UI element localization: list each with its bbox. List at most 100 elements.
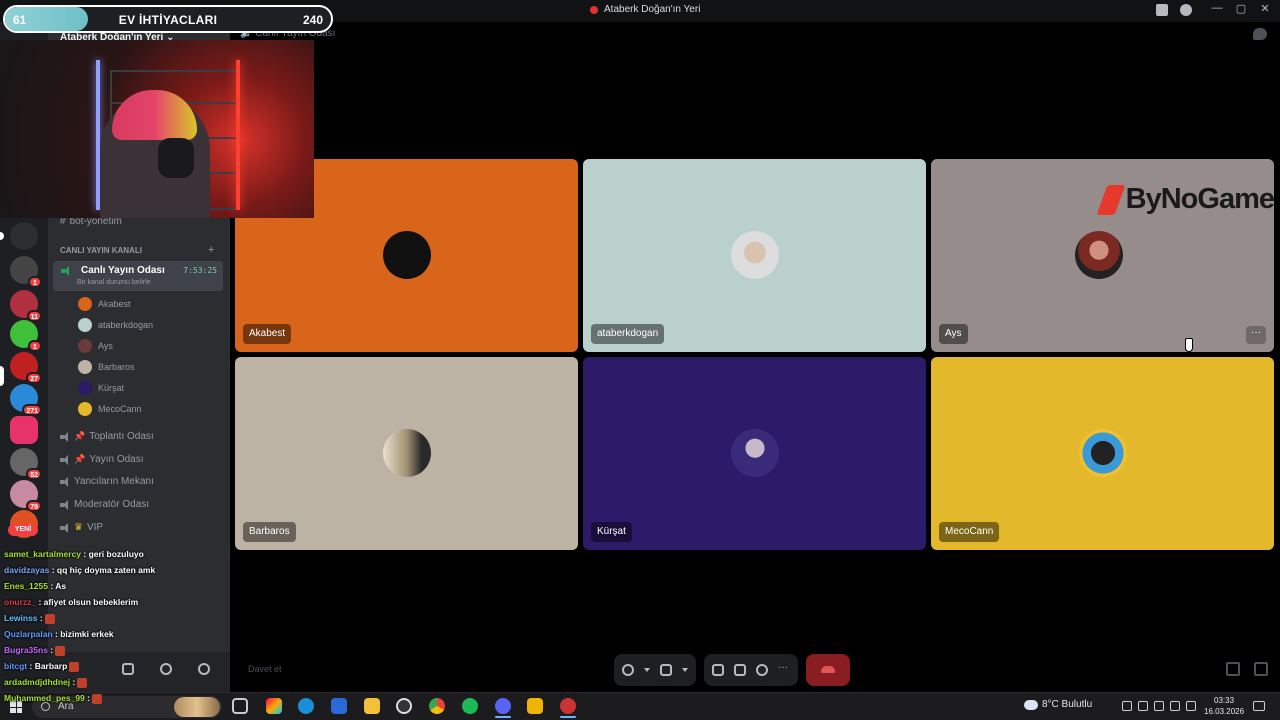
- crown-icon: ♛: [74, 522, 83, 533]
- mouse-cursor: [1185, 338, 1193, 352]
- kick-icon[interactable]: [527, 698, 543, 714]
- task-view-icon[interactable]: [232, 698, 248, 714]
- system-tray: [1106, 701, 1196, 711]
- chat-text: : qq hiç doyma zaten amk: [51, 565, 156, 575]
- participant-tile[interactable]: ataberkdogan: [583, 159, 926, 352]
- fullscreen-icon[interactable]: [1254, 662, 1268, 676]
- participant-tile[interactable]: MecoCann: [931, 357, 1274, 550]
- chrome-icon[interactable]: [429, 698, 445, 714]
- channel-canli-yayin-odasi[interactable]: Canlı Yayın Odası 7:53:25 Bir kanal duru…: [53, 261, 223, 291]
- help-icon[interactable]: [1180, 4, 1192, 16]
- avatar: [383, 429, 431, 477]
- chat-text: :: [50, 645, 54, 655]
- weather-widget[interactable]: 8°C Bulutlu: [1021, 696, 1092, 710]
- mention-badge: 27: [26, 372, 42, 384]
- server-icon[interactable]: 79: [10, 480, 42, 512]
- tray-app-icon[interactable]: [1122, 701, 1132, 711]
- participant-name: Barbaros: [243, 522, 296, 542]
- avatar: [383, 231, 431, 279]
- discord-icon: [590, 5, 598, 14]
- volume-icon[interactable]: [1186, 701, 1196, 711]
- activities-icon[interactable]: [734, 664, 746, 676]
- server-icon[interactable]: 27: [10, 352, 42, 384]
- notification-icon[interactable]: [1253, 701, 1265, 711]
- channel-status-prompt[interactable]: Bir kanal durumu belirle: [77, 279, 151, 286]
- tray-app-icon[interactable]: [1154, 701, 1164, 711]
- server-icon[interactable]: 1: [10, 320, 42, 352]
- inbox-icon[interactable]: [1156, 4, 1168, 16]
- chat-message: Muhammed_pes_99 :: [0, 690, 230, 706]
- disconnect-button[interactable]: [806, 654, 850, 686]
- emote-icon: [55, 645, 66, 656]
- speaker-icon: [61, 266, 73, 276]
- add-channel-icon[interactable]: +: [208, 244, 214, 256]
- call-controls: ···: [614, 654, 850, 686]
- speaker-icon: [60, 454, 70, 465]
- server-icon[interactable]: 271: [10, 384, 42, 416]
- active-app-indicator: [560, 716, 576, 718]
- active-app-indicator: [495, 716, 511, 718]
- mic-icon[interactable]: [622, 664, 634, 676]
- channel-vip[interactable]: ♛ VIP: [60, 522, 103, 533]
- chevron-down-icon[interactable]: [644, 668, 650, 672]
- new-badge: YENİ: [8, 524, 38, 536]
- window-title: Ataberk Doğan'ın Yeri: [590, 4, 700, 15]
- chat-username: Lewinss: [4, 613, 40, 623]
- more-icon[interactable]: ···: [778, 663, 790, 676]
- chat-message: Bugra35ns :: [0, 642, 230, 658]
- taskbar-clock[interactable]: 03:33 16.03.2026: [1204, 695, 1244, 717]
- voice-user[interactable]: Akabest: [78, 297, 131, 311]
- invite-button[interactable]: Davet et: [248, 664, 282, 674]
- chevron-down-icon[interactable]: [682, 668, 688, 672]
- channel-yayin-odasi[interactable]: 📌 Yayın Odası: [60, 454, 144, 465]
- soundboard-icon[interactable]: [756, 664, 768, 676]
- server-icon[interactable]: 52: [10, 448, 42, 480]
- participant-tile[interactable]: Barbaros: [235, 357, 578, 550]
- server-icon[interactable]: [10, 416, 38, 444]
- emote-icon: [77, 677, 88, 688]
- voice-user[interactable]: Ays: [78, 339, 113, 353]
- wifi-icon[interactable]: [1170, 701, 1180, 711]
- emote-icon: [44, 613, 55, 624]
- voice-user[interactable]: ataberkdogan: [78, 318, 153, 332]
- server-icon[interactable]: [10, 222, 38, 250]
- edge-icon[interactable]: [298, 698, 314, 714]
- chat-text: : As: [50, 581, 67, 591]
- voice-user[interactable]: MecoCann: [78, 402, 142, 416]
- mail-icon[interactable]: [331, 698, 347, 714]
- minimize-button[interactable]: —: [1210, 2, 1224, 15]
- mention-badge: 271: [22, 404, 42, 416]
- avatar: [1075, 231, 1123, 279]
- channel-moderator-odasi[interactable]: Moderatör Odası: [60, 499, 149, 510]
- category-canli-yayin[interactable]: CANLI YAYIN KANALI: [60, 246, 142, 255]
- close-button[interactable]: ✕: [1258, 2, 1272, 15]
- file-explorer-icon[interactable]: [364, 698, 380, 714]
- chat-username: samet_kartalmercy: [4, 549, 84, 559]
- server-icon[interactable]: 11: [10, 290, 42, 322]
- server-icon[interactable]: 1: [10, 256, 42, 288]
- popout-icon[interactable]: [1226, 662, 1240, 676]
- chat-icon[interactable]: [1253, 28, 1267, 40]
- maximize-button[interactable]: ▢: [1234, 2, 1248, 15]
- voice-user[interactable]: Barbaros: [78, 360, 135, 374]
- channel-toplanti-odasi[interactable]: 📌 Toplantı Odası: [60, 431, 154, 442]
- mic-control[interactable]: [614, 654, 696, 686]
- xbox-icon[interactable]: [396, 698, 412, 714]
- speaker-icon: [60, 499, 70, 510]
- screen-share-icon[interactable]: [712, 664, 724, 676]
- voice-user[interactable]: Kürşat: [78, 381, 124, 395]
- channel-yancilarin-mekani[interactable]: Yancıların Mekanı: [60, 476, 154, 487]
- participant-tile[interactable]: Kürşat: [583, 357, 926, 550]
- copilot-icon[interactable]: [266, 698, 282, 714]
- tray-app-icon[interactable]: [1138, 701, 1148, 711]
- chevron-up-icon[interactable]: [1106, 701, 1116, 711]
- camera-off-icon[interactable]: [660, 664, 672, 676]
- discord-icon[interactable]: [495, 698, 511, 714]
- obs-icon[interactable]: [560, 698, 576, 714]
- spotify-icon[interactable]: [462, 698, 478, 714]
- more-options-button[interactable]: ···: [1246, 326, 1266, 344]
- chat-message: Enes_1255 : As: [0, 578, 230, 594]
- unread-indicator: [0, 232, 4, 240]
- chat-message: davidzayas : qq hiç doyma zaten amk: [0, 562, 230, 578]
- participant-tile[interactable]: ByNoGame Ays ···: [931, 159, 1274, 352]
